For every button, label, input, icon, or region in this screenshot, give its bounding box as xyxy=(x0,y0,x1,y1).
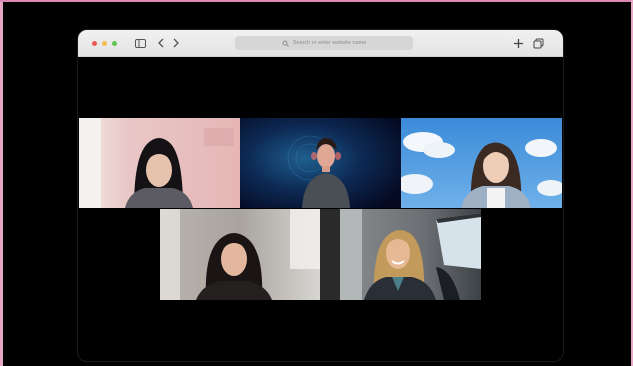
forward-icon[interactable] xyxy=(170,37,182,49)
search-icon xyxy=(282,39,290,47)
sidebar-icon[interactable] xyxy=(134,37,146,49)
minimize-window-button[interactable] xyxy=(102,41,107,46)
new-tab-icon[interactable] xyxy=(512,37,524,49)
browser-toolbar: Search or enter website name xyxy=(78,30,563,57)
participant-5-video[interactable] xyxy=(340,209,481,300)
frame-edge-top xyxy=(0,0,633,2)
zoom-window-button[interactable] xyxy=(112,41,117,46)
browser-window: Search or enter website name xyxy=(78,30,563,361)
video-grid-gap xyxy=(320,209,340,300)
address-bar[interactable]: Search or enter website name xyxy=(235,36,413,50)
participant-4-video[interactable] xyxy=(160,209,320,300)
back-icon[interactable] xyxy=(155,37,167,49)
participant-1-video[interactable] xyxy=(79,118,240,208)
participant-3-video[interactable] xyxy=(401,118,562,208)
participant-2-video[interactable] xyxy=(240,118,401,208)
address-bar-placeholder: Search or enter website name xyxy=(292,40,367,46)
close-window-button[interactable] xyxy=(92,41,97,46)
tab-overview-icon[interactable] xyxy=(532,37,544,49)
frame-edge-left xyxy=(0,0,3,366)
